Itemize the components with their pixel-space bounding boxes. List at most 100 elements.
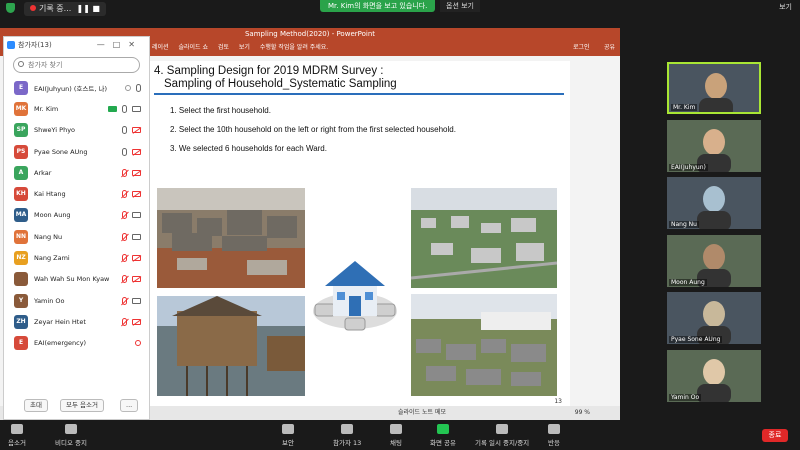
meeting-toolbar: 음소거 비디오 중지 보안 참가자 13 채팅 화면 공유 기록 일시 중지/중… [0, 420, 800, 450]
microphone-icon[interactable] [122, 147, 127, 156]
participant-status-icons [108, 104, 141, 113]
video-off-icon [132, 148, 141, 155]
participant-status-icons [122, 147, 141, 156]
mute-all-button[interactable]: 모두 음소거 [60, 399, 104, 412]
participant-row[interactable]: A Arkar [4, 162, 149, 183]
share-screen-button[interactable]: 화면 공유 [430, 424, 456, 447]
video-name-label: Nang Nu [669, 221, 699, 228]
bullet-item: 2. Select the 10th household on the left… [170, 125, 456, 134]
video-tile[interactable]: Moon Aung [667, 234, 761, 287]
participant-name: Kai Htang [34, 190, 66, 199]
participant-status-icons [122, 296, 141, 305]
video-tile[interactable]: EAI(Juhyun) [667, 119, 761, 172]
video-tile[interactable]: Yamin Oo [667, 349, 761, 402]
invite-button[interactable]: 초대 [24, 399, 48, 412]
microphone-muted-icon[interactable] [122, 254, 127, 263]
video-tile[interactable]: Nang Nu [667, 177, 761, 229]
participant-name: Mr. Kim [34, 104, 59, 113]
microphone-muted-icon[interactable] [122, 275, 127, 284]
participant-name: Wah Wah Su Mon Kyaw [34, 275, 110, 284]
people-icon [341, 424, 354, 434]
participants-button[interactable]: 참가자 13 [333, 424, 361, 447]
microphone-muted-icon[interactable] [122, 190, 127, 199]
participant-row[interactable]: ZH Zeyar Hein Htet [4, 311, 149, 332]
participant-row[interactable]: SP ShweYi Phyo [4, 120, 149, 141]
microphone-icon[interactable] [136, 83, 141, 92]
participant-status-icons [122, 254, 141, 263]
participant-row[interactable]: MA Moon Aung [4, 205, 149, 226]
bullet-item: 3. We selected 6 households for each War… [170, 144, 327, 153]
shanty-town-photo [411, 294, 557, 396]
video-tile[interactable]: Pyae Sone AUng [667, 292, 761, 344]
microphone-muted-icon[interactable] [122, 232, 127, 241]
stop-video-button[interactable]: 비디오 중지 [55, 424, 87, 447]
participant-row[interactable]: E EAI(Juhyun) (호스트, 나) [4, 77, 149, 98]
security-button[interactable]: 보안 [282, 424, 294, 447]
video-tile[interactable]: Mr. Kim [667, 62, 761, 114]
window-controls[interactable]: —□✕ [97, 37, 143, 53]
participant-list: E EAI(Juhyun) (호스트, 나) MK Mr. Kim SP ShweYi P… [4, 77, 149, 354]
view-button[interactable]: 보기 [779, 2, 792, 12]
shield-icon[interactable] [6, 3, 15, 13]
participant-row[interactable]: Wah Wah Su Mon Kyaw [4, 269, 149, 290]
search-placeholder: 참가자 찾기 [28, 61, 63, 69]
participants-count: 13 [353, 439, 362, 447]
avatar: E [14, 80, 28, 95]
tell-me-box[interactable]: 수행할 작업을 알려 주세요. [260, 44, 328, 51]
share-banner: Mr. Kim의 화면을 보고 있습니다. [320, 0, 436, 12]
mute-button[interactable]: 음소거 [8, 424, 26, 447]
stilt-house-photo [157, 296, 305, 396]
slum-houses-photo [157, 188, 305, 288]
notes-button[interactable]: 슬라이드 노트 메모 [398, 406, 446, 420]
participant-row[interactable]: PS Pyae Sone AUng [4, 141, 149, 162]
participant-row[interactable]: MK Mr. Kim [4, 98, 149, 119]
participant-status-icons [122, 211, 141, 220]
comments-button[interactable]: 메모 [435, 409, 446, 416]
chat-icon [390, 424, 402, 434]
reactions-button[interactable]: 반응 [548, 424, 560, 447]
participant-row[interactable]: NZ Nang Zami [4, 247, 149, 268]
more-button[interactable]: ... [120, 399, 139, 412]
recording-indicator[interactable]: 기록 중... ❚❚ ■ [24, 2, 106, 16]
microphone-muted-icon[interactable] [122, 211, 127, 220]
participant-row[interactable]: NN Nang Nu [4, 226, 149, 247]
ribbon-tab-review[interactable]: 검토 [218, 44, 229, 51]
video-camera-icon [64, 424, 77, 434]
participant-name: ShweYi Phyo [34, 126, 76, 135]
share-button[interactable]: 공유 [604, 40, 615, 56]
participant-row[interactable]: Y Yamin Oo [4, 290, 149, 311]
record-icon [135, 340, 141, 347]
participant-search-input[interactable]: 참가자 찾기 [13, 57, 140, 73]
participant-name: EAI(emergency) [34, 339, 87, 348]
microphone-icon[interactable] [122, 126, 127, 135]
participant-name: Moon Aung [34, 211, 71, 220]
participant-name: Arkar [34, 168, 52, 177]
chat-button[interactable]: 채팅 [390, 424, 402, 447]
microphone-muted-icon[interactable] [122, 168, 127, 177]
participant-name: EAI(Juhyun) (호스트, 나) [34, 84, 107, 93]
avatar: Y [14, 293, 28, 308]
video-camera-icon [132, 105, 141, 112]
record-pause-button[interactable]: 기록 일시 중지/중지 [475, 424, 529, 447]
ribbon-tab-design[interactable]: 레이션 [152, 44, 169, 51]
avatar: KH [14, 187, 28, 202]
video-camera-icon [132, 233, 141, 240]
participant-row[interactable]: E EAI(emergency) [4, 333, 149, 354]
view-options-button[interactable]: 옵션 보기 [440, 0, 480, 12]
ribbon-tab-slideshow[interactable]: 슬라이드 쇼 [178, 44, 208, 51]
participants-panel: 참가자(13) —□✕ 참가자 찾기 E EAI(Juhyun) (호스트, 나)… [3, 36, 150, 420]
microphone-muted-icon[interactable] [122, 296, 127, 305]
microphone-muted-icon[interactable] [122, 317, 127, 326]
end-meeting-button[interactable]: 종료 [762, 429, 788, 442]
zoom-level[interactable]: 99 % [575, 406, 590, 420]
zoom-logo-icon [7, 41, 15, 49]
participant-row[interactable]: KH Kai Htang [4, 183, 149, 204]
participant-status-icons [122, 190, 141, 199]
video-off-icon [132, 127, 141, 134]
ribbon-tab-view[interactable]: 보기 [239, 44, 250, 51]
avatar [14, 272, 28, 287]
video-off-icon [132, 255, 141, 262]
microphone-icon[interactable] [122, 104, 127, 113]
login-button[interactable]: 로그인 [573, 40, 590, 56]
pause-stop-icon[interactable]: ❚❚ ■ [76, 2, 100, 16]
